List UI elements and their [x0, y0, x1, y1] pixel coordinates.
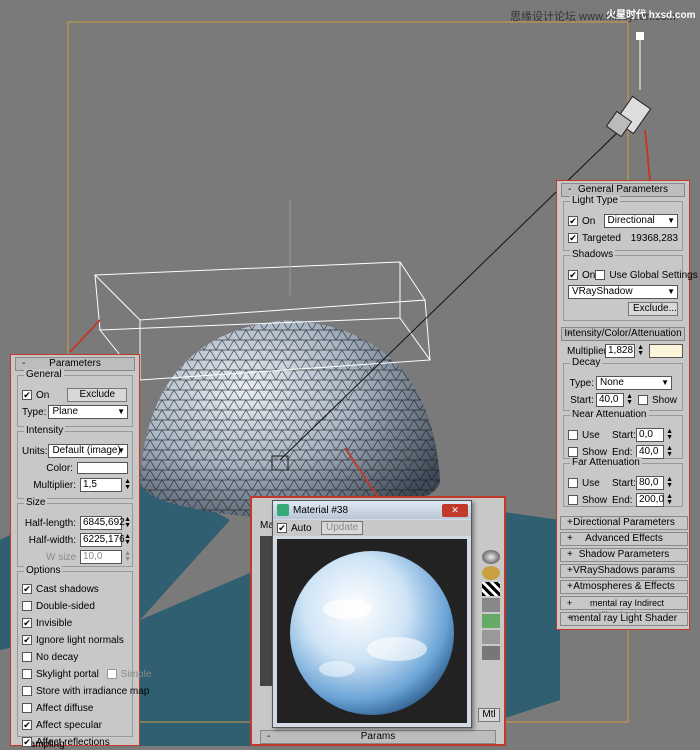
spinner-arrows-icon[interactable]: ▲ ▼ — [666, 428, 673, 441]
collapsed-rollouts: + Directional Parameters + Advanced Effect… — [560, 516, 688, 628]
backlight-icon[interactable] — [482, 566, 500, 580]
rollout-directional-parameters[interactable]: + Directional Parameters — [560, 516, 688, 530]
near-start-spinner[interactable]: 0,0 ▲ ▼ — [636, 428, 673, 442]
option-store-irradiance[interactable]: Store with irradiance map — [22, 683, 149, 699]
light-color-swatch[interactable] — [649, 344, 683, 358]
multiplier-spinner[interactable]: 1,5 ▲ ▼ — [80, 478, 131, 492]
shadows-on-checkbox[interactable]: ✔ — [568, 270, 578, 280]
decay-type-dropdown[interactable]: None ▼ — [596, 376, 672, 390]
rollout-shadow-parameters[interactable]: + Shadow Parameters — [560, 548, 688, 562]
general-group: General ✔ On Exclude Type: Plane ▼ — [17, 369, 133, 427]
video-color-icon[interactable] — [482, 614, 500, 628]
light-on-checkbox[interactable]: ✔ — [568, 216, 578, 226]
preview-canvas — [277, 539, 467, 723]
chevron-down-icon: ▼ — [667, 216, 675, 225]
option-invisible[interactable]: ✔ Invisible — [22, 615, 128, 631]
intensity-header[interactable]: - Intensity/Color/Attenuation — [561, 327, 685, 341]
near-show-checkbox[interactable] — [568, 447, 578, 457]
material-preview-window: Material #38 ✕ ✔ Auto Update — [272, 500, 472, 728]
sample-type-icon[interactable] — [482, 550, 500, 564]
spinner-arrows-icon[interactable]: ▲ ▼ — [626, 393, 633, 406]
far-attenuation-group: Far Attenuation Use Start: 80,0 ▲ ▼ Show E… — [563, 457, 683, 507]
select-by-material-icon[interactable] — [482, 646, 500, 660]
shadow-exclude-button[interactable]: Exclude... — [628, 302, 678, 316]
light-type-dropdown[interactable]: Directional ▼ — [603, 214, 678, 228]
options-icon[interactable] — [482, 630, 500, 644]
far-end-spinner[interactable]: 200,0 ▲ ▼ — [636, 493, 673, 507]
directional-light-icon — [605, 95, 652, 138]
decay-group: Decay Type: None ▼ Start: 40,0 ▲ ▼ Show — [563, 357, 683, 411]
spinner-arrows-icon[interactable]: ▲ ▼ — [124, 533, 131, 546]
type-dropdown[interactable]: Plane ▼ — [48, 405, 128, 419]
far-use-checkbox[interactable] — [568, 478, 578, 488]
chevron-down-icon: ▼ — [117, 446, 125, 455]
half-length-spinner[interactable]: 6845,692 ▲ ▼ — [80, 516, 131, 530]
close-icon[interactable]: ✕ — [442, 503, 468, 517]
rollout-mental-ray-indirect[interactable]: +mental ray Indirect Illumination — [560, 596, 688, 620]
option-skylight-portal[interactable]: Skylight portal Simple — [22, 666, 151, 682]
units-dropdown[interactable]: Default (image) ▼ — [48, 444, 128, 458]
near-attenuation-group: Near Attenuation Use Start: 0,0 ▲ ▼ Show E… — [563, 409, 683, 459]
option-affect-reflections[interactable]: ✔ Affect reflections — [22, 734, 128, 750]
editor-side-toolbar — [482, 548, 500, 662]
rollout-advanced-effects[interactable]: + Advanced Effects — [560, 532, 688, 546]
option-no-decay[interactable]: No decay — [22, 649, 128, 665]
far-show-checkbox[interactable] — [568, 495, 578, 505]
preview-titlebar[interactable]: Material #38 ✕ — [273, 501, 471, 519]
params-header[interactable]: - Params — [260, 730, 496, 744]
background-icon[interactable] — [482, 582, 500, 596]
simple-checkbox — [106, 669, 117, 679]
decay-start-spinner[interactable]: 40,0 ▲ ▼ — [596, 393, 633, 407]
spinner-arrows-icon[interactable]: ▲ ▼ — [666, 493, 673, 506]
option-double-sided[interactable]: Double-sided — [22, 598, 128, 614]
use-global-checkbox[interactable] — [595, 270, 606, 280]
spinner-arrows-icon: ▲ ▼ — [124, 550, 131, 563]
chevron-down-icon: ▼ — [117, 407, 125, 416]
color-swatch[interactable] — [76, 462, 128, 474]
light-type-group: Light Type ✔ On Directional ▼ ✔ Targeted … — [563, 195, 683, 251]
targeted-checkbox[interactable]: ✔ — [568, 233, 578, 243]
spinner-arrows-icon[interactable]: ▲ ▼ — [124, 516, 131, 529]
spinner-arrows-icon[interactable]: ▲ ▼ — [124, 478, 131, 491]
decay-show-checkbox[interactable] — [638, 395, 648, 405]
options-group: Options ✔ Cast shadows Double-sided ✔ Invi… — [17, 565, 151, 748]
update-button: Update — [321, 521, 364, 535]
preview-toolbar: ✔ Auto Update — [273, 520, 471, 536]
option-cast-shadows[interactable]: ✔ Cast shadows — [22, 581, 128, 597]
option-affect-specular[interactable]: ✔ Affect specular — [22, 717, 128, 733]
option-affect-diffuse[interactable]: Affect diffuse — [22, 700, 128, 716]
rollout-vrayshadows-params[interactable]: + VRayShadows params — [560, 564, 688, 578]
on-checkbox[interactable]: ✔ — [22, 390, 32, 400]
spinner-arrows-icon[interactable]: ▲ ▼ — [637, 344, 644, 357]
shadow-type-dropdown[interactable]: VRayShadow ▼ — [568, 285, 678, 299]
uv-tiling-icon[interactable] — [482, 598, 500, 612]
w-size-spinner: 10,0 ▲ ▼ — [80, 550, 131, 564]
spinner-arrows-icon[interactable]: ▲ ▼ — [666, 476, 673, 489]
spinner-arrows-icon[interactable]: ▲ ▼ — [666, 445, 673, 458]
logo: 火星时代 hxsd.com — [606, 10, 696, 21]
rollout-mental-ray-light-shader[interactable]: + mental ray Light Shader — [560, 612, 688, 626]
leader-line — [69, 319, 101, 353]
shadows-group: Shadows ✔ On Use Global Settings VRaySha… — [563, 249, 698, 321]
app-icon — [277, 504, 289, 516]
size-group: Size Half-length: 6845,692 ▲ ▼ Half-width:… — [17, 497, 133, 567]
near-use-checkbox[interactable] — [568, 430, 578, 440]
parameters-rollout: - Parameters General ✔ On Exclude Type: P… — [10, 354, 151, 750]
rollout-atmospheres-effects[interactable]: + Atmospheres & Effects — [560, 580, 688, 594]
material-type-button[interactable]: Mtl — [478, 708, 500, 722]
chevron-down-icon: ▼ — [661, 378, 669, 387]
option-ignore-light-normals[interactable]: ✔ Ignore light normals — [22, 632, 128, 648]
half-width-spinner[interactable]: 6225,176 ▲ ▼ — [80, 533, 131, 547]
chevron-down-icon: ▼ — [667, 287, 675, 296]
light-multiplier-spinner[interactable]: 1,828 ▲ ▼ — [605, 344, 644, 358]
exclude-button[interactable]: Exclude — [67, 388, 128, 402]
far-start-spinner[interactable]: 80,0 ▲ ▼ — [636, 476, 673, 490]
auto-checkbox[interactable]: ✔ — [277, 523, 287, 533]
material-sphere — [290, 551, 454, 715]
leader-line — [644, 129, 651, 181]
intensity-group: Intensity Units: Default (image) ▼ Color:… — [17, 425, 133, 499]
